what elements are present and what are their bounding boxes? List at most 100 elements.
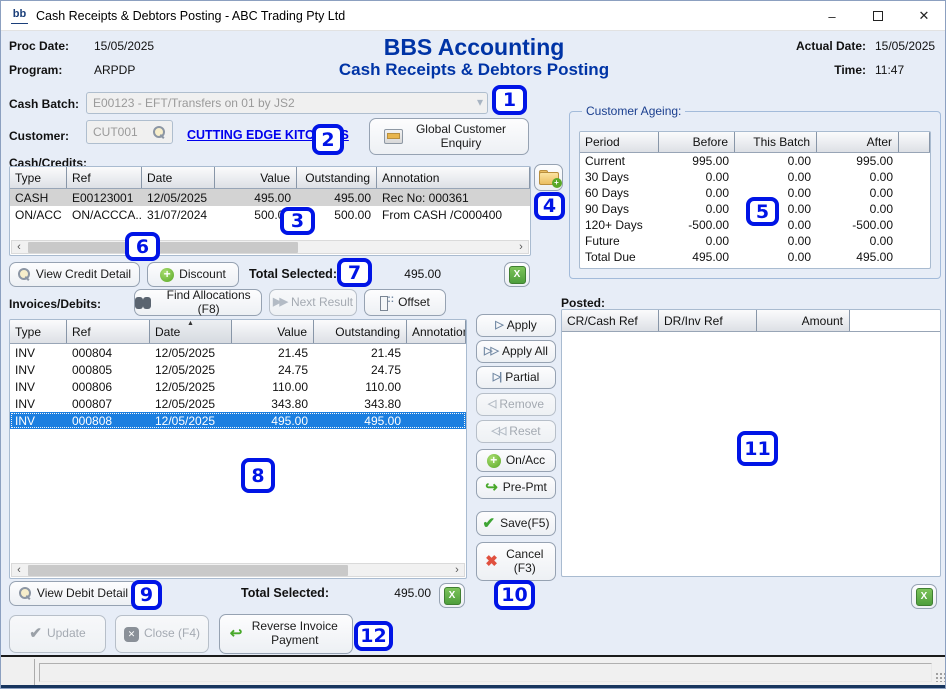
table-row[interactable]: Future0.000.000.00 <box>580 233 930 249</box>
scroll-right-icon[interactable]: › <box>450 564 464 576</box>
scrollbar-thumb[interactable] <box>28 242 298 253</box>
on-acc-button[interactable]: +On/Acc <box>476 449 556 472</box>
table-row[interactable]: CASHE0012300112/05/2025495.00495.00Rec N… <box>10 189 530 206</box>
save-button[interactable]: ✔Save(F5) <box>476 511 556 536</box>
status-bar-section <box>1 659 35 685</box>
offset-list-icon <box>380 296 393 309</box>
table-cell: 110.00 <box>232 380 314 394</box>
close-circle-icon: ✕ <box>124 627 139 642</box>
discount-button[interactable]: + Discount <box>147 262 239 287</box>
apply-all-button[interactable]: ▷▷Apply All <box>476 340 556 363</box>
column-header[interactable] <box>850 310 940 331</box>
minimize-button[interactable]: – <box>809 1 855 31</box>
triangle-right-icon: ▷ <box>495 319 501 332</box>
apply-button[interactable]: ▷Apply <box>476 314 556 337</box>
scroll-left-icon[interactable]: ‹ <box>12 241 26 253</box>
scrollbar-thumb[interactable] <box>28 565 348 576</box>
invoices-debits-label: Invoices/Debits: <box>9 297 101 311</box>
scroll-left-icon[interactable]: ‹ <box>12 564 26 576</box>
view-debit-detail-button[interactable]: View Debit Detail <box>9 581 138 606</box>
column-header[interactable]: Annotation <box>407 320 466 343</box>
table-cell: 30 Days <box>580 170 659 184</box>
column-header[interactable]: Outstanding <box>297 167 377 188</box>
table-cell: Total Due <box>580 250 659 264</box>
add-credit-button[interactable]: + <box>534 164 563 191</box>
next-result-button[interactable]: ▶▶ Next Result <box>269 289 357 316</box>
export-credits-excel-button[interactable]: X <box>504 262 530 287</box>
column-header[interactable]: Outstanding <box>314 320 407 343</box>
export-posted-excel-button[interactable]: X <box>911 584 937 609</box>
remove-button[interactable]: ◁Remove <box>476 393 556 416</box>
resize-grip[interactable] <box>935 672 945 682</box>
column-header[interactable]: Date▲ <box>150 320 232 343</box>
table-cell: 495.00 <box>659 250 735 264</box>
column-header[interactable]: After <box>817 132 899 152</box>
table-row[interactable]: INV00080412/05/202521.4521.45 <box>10 344 466 361</box>
offset-button[interactable]: Offset <box>364 289 446 316</box>
find-allocations-button[interactable]: Find Allocations (F8) <box>134 289 262 316</box>
table-cell: INV <box>10 414 67 428</box>
global-customer-enquiry-button[interactable]: Global Customer Enquiry <box>369 118 529 155</box>
table-cell: INV <box>10 380 67 394</box>
table-row[interactable]: INV00080712/05/2025343.80343.80 <box>10 395 466 412</box>
binoculars-icon <box>135 297 151 309</box>
discount-label: Discount <box>179 268 226 282</box>
table-row[interactable]: INV00080812/05/2025495.00495.00 <box>10 412 466 429</box>
column-header[interactable]: Value <box>232 320 314 343</box>
pre-pmt-button[interactable]: ↪Pre-Pmt <box>476 476 556 499</box>
column-header[interactable]: Ref <box>67 167 142 188</box>
reset-label: Reset <box>509 425 540 439</box>
table-row[interactable]: Current995.000.00995.00 <box>580 153 930 169</box>
reset-button[interactable]: ◁◁Reset <box>476 420 556 443</box>
column-header[interactable]: DR/Inv Ref <box>659 310 757 331</box>
plus-circle-icon: + <box>160 268 174 282</box>
table-cell: 995.00 <box>659 154 735 168</box>
column-header[interactable]: Period <box>580 132 659 152</box>
column-header[interactable]: Date <box>142 167 215 188</box>
table-cell: 000807 <box>67 397 150 411</box>
close-f4-label: Close (F4) <box>144 627 200 641</box>
table-cell: 495.00 <box>297 191 377 205</box>
table-row[interactable]: Total Due495.000.00495.00 <box>580 249 930 265</box>
column-header[interactable]: This Batch <box>735 132 817 152</box>
folder-add-icon: + <box>539 170 559 185</box>
maximize-button[interactable] <box>855 1 901 31</box>
table-cell: 0.00 <box>659 170 735 184</box>
invoices-hscrollbar[interactable]: ‹ › <box>11 563 465 577</box>
export-debits-excel-button[interactable]: X <box>439 583 465 608</box>
reverse-invoice-payment-button[interactable]: ↩ Reverse Invoice Payment <box>219 614 353 654</box>
annotation-marker-7: 7 <box>337 258 372 287</box>
customer-code-field[interactable]: CUT001 <box>86 120 173 144</box>
close-f4-button[interactable]: ✕ Close (F4) <box>115 615 209 653</box>
table-cell: 12/05/2025 <box>150 346 232 360</box>
table-row[interactable]: INV00080512/05/202524.7524.75 <box>10 361 466 378</box>
column-header[interactable]: Type <box>10 167 67 188</box>
column-header[interactable]: CR/Cash Ref <box>562 310 659 331</box>
view-credit-detail-button[interactable]: View Credit Detail <box>9 262 140 287</box>
column-header[interactable]: Value <box>215 167 297 188</box>
cash-batch-combobox[interactable]: E00123 - EFT/Transfers on 01 by JS2 ▾ <box>86 92 488 114</box>
close-button[interactable]: ✕ <box>901 1 946 31</box>
column-header[interactable]: Type <box>10 320 67 343</box>
partial-button[interactable]: ▷|Partial <box>476 366 556 389</box>
fast-forward-icon: ▶▶ <box>273 296 286 309</box>
table-row[interactable]: 30 Days0.000.000.00 <box>580 169 930 185</box>
view-debit-detail-label: View Debit Detail <box>37 587 128 601</box>
column-header[interactable]: Amount <box>757 310 850 331</box>
column-header[interactable]: Annotation <box>377 167 530 188</box>
update-button[interactable]: ✔ Update <box>9 615 106 653</box>
table-cell: INV <box>10 397 67 411</box>
cancel-button[interactable]: ✖Cancel (F3) <box>476 542 556 581</box>
column-header[interactable] <box>899 132 930 152</box>
remove-label: Remove <box>499 398 544 412</box>
table-cell: 0.00 <box>735 250 817 264</box>
table-row[interactable]: INV00080612/05/2025110.00110.00 <box>10 378 466 395</box>
column-header[interactable]: Ref <box>67 320 150 343</box>
cash-credits-hscrollbar[interactable]: ‹ › <box>11 240 529 254</box>
scroll-right-icon[interactable]: › <box>514 241 528 253</box>
table-row[interactable]: ON/ACCON/ACCCA...31/07/2024500.00500.00F… <box>10 206 530 223</box>
column-header[interactable]: Before <box>659 132 735 152</box>
table-cell: -500.00 <box>659 218 735 232</box>
plus-circle-icon: + <box>487 454 501 468</box>
search-icon[interactable] <box>153 126 166 139</box>
